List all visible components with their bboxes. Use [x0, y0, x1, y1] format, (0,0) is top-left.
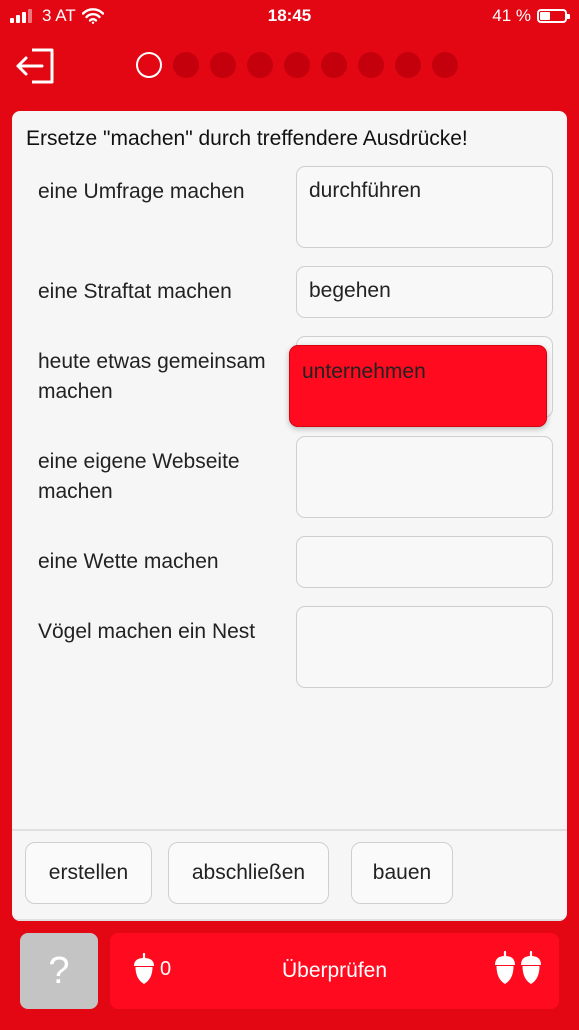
exit-icon	[16, 48, 54, 84]
battery-percent: 41 %	[492, 6, 531, 25]
progress-dot	[247, 52, 273, 78]
progress-dot	[173, 52, 199, 78]
divider	[12, 829, 567, 831]
progress-dot	[395, 52, 421, 78]
progress-dot	[358, 52, 384, 78]
phrase-label: Vögel machen ein Nest	[38, 620, 256, 643]
progress-dot	[210, 52, 236, 78]
instruction-text: Ersetze "machen" durch treffendere Ausdr…	[26, 127, 468, 150]
word-chip-bauen[interactable]: bauen	[351, 842, 453, 904]
acorn-icon	[521, 951, 541, 984]
phrase-label: eine Straftat machen	[38, 280, 232, 303]
word-chip-erstellen[interactable]: erstellen	[25, 842, 152, 904]
answer-slot[interactable]	[296, 606, 553, 688]
phrase-label: heute etwas gemeinsam machen	[38, 350, 266, 403]
phrase-label: eine Umfrage machen	[38, 180, 245, 203]
check-button[interactable]: 0 Überprüfen	[110, 933, 559, 1009]
progress-dot	[321, 52, 347, 78]
answer-slot[interactable]	[296, 436, 553, 518]
acorn-reward	[493, 951, 543, 985]
dragging-word-chip[interactable]: unternehmen	[289, 345, 547, 427]
phrase-label: eine Wette machen	[38, 550, 219, 573]
divider	[12, 919, 567, 921]
progress-dot	[284, 52, 310, 78]
check-button-label: Überprüfen	[281, 959, 388, 982]
status-right: 41 %	[492, 6, 570, 26]
status-bar: 3 AT 18:45 41 %	[0, 0, 579, 34]
progress-dot	[432, 52, 458, 78]
progress-dots	[136, 52, 458, 78]
answer-slot[interactable]: durchführen	[296, 166, 553, 248]
battery-fill	[540, 12, 550, 20]
acorn-icon	[495, 951, 515, 984]
answer-slot[interactable]: begehen	[296, 266, 553, 318]
exercise-card: Ersetze "machen" durch treffendere Ausdr…	[12, 111, 567, 921]
help-button[interactable]: ?	[20, 933, 98, 1009]
phrase-label: eine eigene Webseite machen	[38, 450, 240, 503]
battery-icon	[537, 9, 570, 23]
exit-button[interactable]	[14, 46, 56, 86]
progress-dot-current	[136, 52, 162, 78]
word-chip-abschliessen[interactable]: abschließen	[168, 842, 329, 904]
answer-slot[interactable]	[296, 536, 553, 588]
